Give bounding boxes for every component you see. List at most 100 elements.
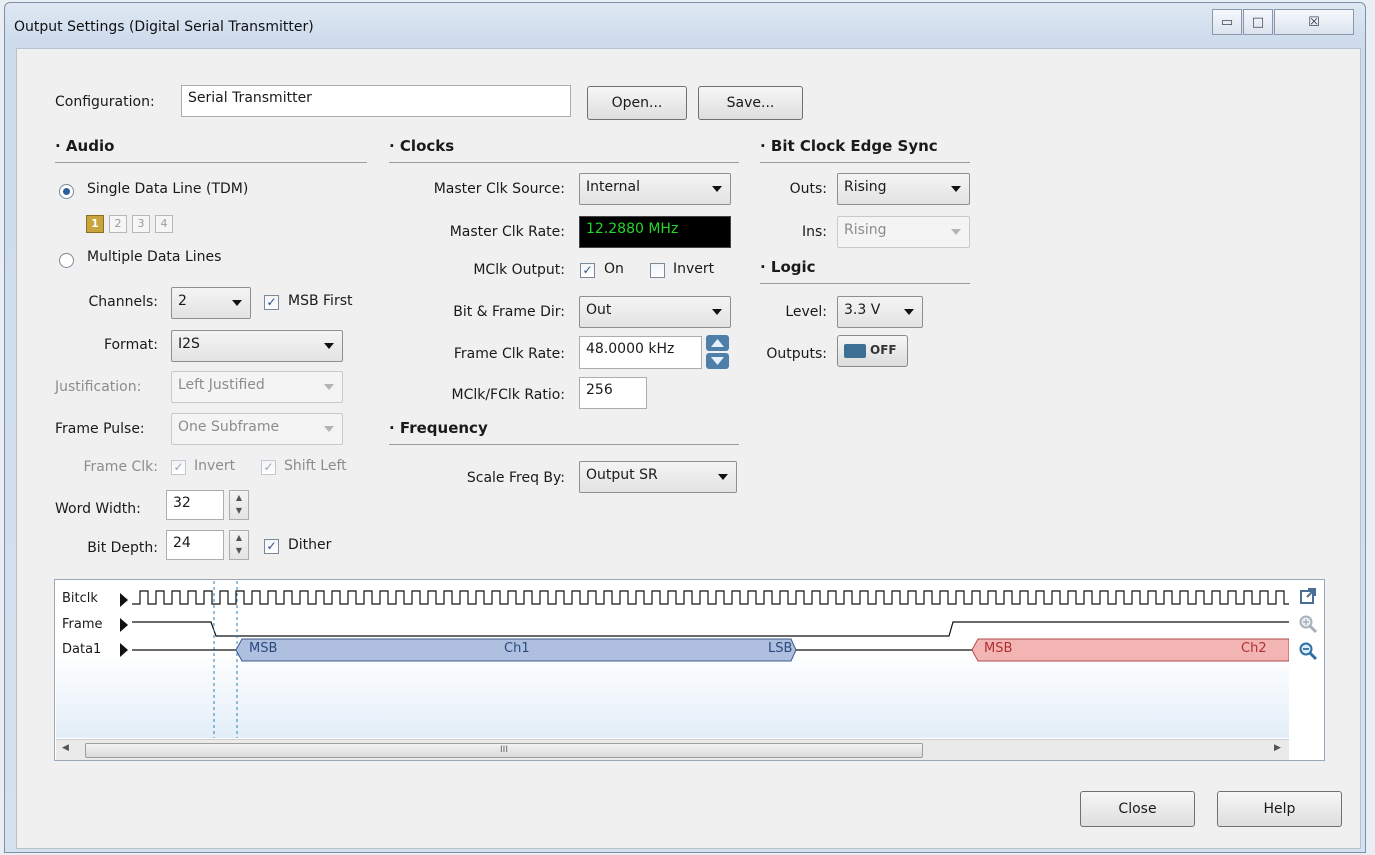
master-clk-source-value: Internal bbox=[586, 179, 640, 195]
scroll-left-icon[interactable]: ◀ bbox=[62, 743, 69, 753]
bit-depth-label: Bit Depth: bbox=[87, 540, 158, 556]
help-button[interactable]: Help bbox=[1217, 791, 1342, 827]
close-button[interactable]: Close bbox=[1080, 791, 1195, 827]
frame-waveform bbox=[132, 621, 1289, 637]
outs-select[interactable]: Rising bbox=[837, 173, 970, 205]
msb-first-label: MSB First bbox=[288, 293, 353, 309]
mclk-output-invert-checkbox[interactable] bbox=[650, 263, 665, 278]
logic-header: · Logic bbox=[760, 258, 970, 284]
level-value: 3.3 V bbox=[844, 302, 881, 318]
open-button[interactable]: Open... bbox=[587, 86, 687, 120]
chevron-down-icon bbox=[324, 384, 334, 390]
scale-freq-by-select[interactable]: Output SR bbox=[579, 461, 737, 493]
outs-label: Outs: bbox=[789, 181, 827, 197]
timing-scrollbar[interactable]: ◀ III ▶ bbox=[56, 739, 1289, 760]
master-clk-source-select[interactable]: Internal bbox=[579, 173, 731, 205]
lane-4-button[interactable]: 4 bbox=[155, 215, 173, 233]
scale-freq-by-value: Output SR bbox=[586, 467, 658, 483]
frame-clk-label: Frame Clk: bbox=[83, 459, 158, 475]
lane-2-button[interactable]: 2 bbox=[109, 215, 127, 233]
single-data-line-radio[interactable] bbox=[59, 184, 74, 199]
timing-diagram: Bitclk Frame Data1 MSB Ch1 LSB MSB Ch2 ◀… bbox=[54, 579, 1325, 761]
timing-toolbar bbox=[1293, 581, 1323, 738]
bitclk-waveform bbox=[132, 590, 1289, 605]
maximize-button[interactable]: □ bbox=[1243, 9, 1273, 35]
frame-pulse-select[interactable]: One Subframe bbox=[171, 413, 343, 445]
scrollbar-thumb[interactable]: III bbox=[85, 743, 923, 758]
outputs-state: OFF bbox=[870, 343, 897, 357]
configuration-input[interactable]: Serial Transmitter bbox=[181, 85, 571, 117]
configuration-label: Configuration: bbox=[55, 94, 155, 110]
ins-select[interactable]: Rising bbox=[837, 216, 970, 248]
zoom-in-button[interactable] bbox=[1297, 614, 1319, 636]
frame-clk-invert-label: Invert bbox=[194, 458, 236, 474]
justification-select[interactable]: Left Justified bbox=[171, 371, 343, 403]
frame-clk-rate-stepper[interactable] bbox=[706, 335, 729, 369]
channels-value: 2 bbox=[178, 293, 187, 309]
timing-plot: Bitclk Frame Data1 MSB Ch1 LSB MSB Ch2 bbox=[56, 581, 1289, 738]
frame-clk-rate-input[interactable]: 48.0000 kHz bbox=[579, 336, 702, 369]
scroll-right-icon[interactable]: ▶ bbox=[1274, 743, 1281, 753]
frame-pulse-label: Frame Pulse: bbox=[55, 421, 145, 437]
mclk-fclk-ratio-input[interactable]: 256 bbox=[579, 377, 647, 409]
chevron-down-icon bbox=[712, 186, 722, 192]
lane-1-button[interactable]: 1 bbox=[86, 215, 104, 233]
close-window-button[interactable]: ☒ bbox=[1274, 9, 1354, 35]
chevron-down-icon bbox=[718, 474, 728, 480]
close-icon: ☒ bbox=[1308, 14, 1320, 30]
channels-select[interactable]: 2 bbox=[171, 287, 251, 319]
lane-3-button[interactable]: 3 bbox=[132, 215, 150, 233]
bit-frame-dir-label: Bit & Frame Dir: bbox=[453, 304, 565, 320]
channels-label: Channels: bbox=[88, 294, 159, 310]
toggle-knob-icon bbox=[844, 344, 866, 358]
format-select[interactable]: I2S bbox=[171, 330, 343, 362]
bit-depth-input[interactable]: 24 bbox=[166, 530, 224, 560]
zoom-out-button[interactable] bbox=[1297, 641, 1319, 663]
dialog-client: Configuration: Serial Transmitter Open..… bbox=[16, 48, 1361, 849]
frame-clk-invert-checkbox[interactable]: ✓ bbox=[171, 460, 186, 475]
minimize-icon: ▭ bbox=[1220, 14, 1234, 30]
mclk-output-invert-label: Invert bbox=[673, 261, 715, 277]
frame-clk-shift-left-checkbox[interactable]: ✓ bbox=[261, 460, 276, 475]
frame-pulse-value: One Subframe bbox=[178, 419, 280, 435]
level-select[interactable]: 3.3 V bbox=[837, 296, 923, 328]
ch1-lsb-label: LSB bbox=[768, 641, 793, 656]
maximize-icon: □ bbox=[1251, 14, 1265, 30]
mclk-output-on-checkbox[interactable]: ✓ bbox=[580, 263, 595, 278]
ch2-name-label: Ch2 bbox=[1241, 641, 1267, 656]
word-width-input[interactable]: 32 bbox=[166, 490, 224, 520]
chevron-down-icon bbox=[712, 309, 722, 315]
audio-header: · Audio bbox=[55, 137, 367, 163]
zoom-out-icon bbox=[1299, 642, 1318, 661]
zoom-in-icon bbox=[1299, 615, 1318, 634]
dither-label: Dither bbox=[288, 537, 332, 553]
outputs-label: Outputs: bbox=[766, 346, 827, 362]
bit-frame-dir-select[interactable]: Out bbox=[579, 296, 731, 328]
popout-button[interactable] bbox=[1297, 587, 1319, 609]
save-button[interactable]: Save... bbox=[698, 86, 803, 120]
format-label: Format: bbox=[103, 337, 158, 353]
multiple-data-lines-radio[interactable] bbox=[59, 253, 74, 268]
level-label: Level: bbox=[785, 304, 827, 320]
justification-value: Left Justified bbox=[178, 377, 265, 393]
word-width-stepper[interactable]: ▲ ▼ bbox=[229, 490, 249, 520]
master-clk-rate-label: Master Clk Rate: bbox=[449, 224, 565, 240]
mclk-fclk-ratio-label: MClk/FClk Ratio: bbox=[451, 387, 565, 403]
justification-label: Justification: bbox=[55, 379, 142, 395]
scale-freq-by-label: Scale Freq By: bbox=[466, 470, 565, 486]
chevron-down-icon bbox=[232, 300, 242, 306]
waveforms bbox=[132, 581, 1289, 738]
outs-value: Rising bbox=[844, 179, 887, 195]
bit-frame-dir-value: Out bbox=[586, 302, 612, 318]
chevron-down-icon bbox=[951, 229, 961, 235]
chevron-down-icon bbox=[324, 343, 334, 349]
minimize-button[interactable]: ▭ bbox=[1212, 9, 1242, 35]
popout-icon bbox=[1300, 588, 1316, 604]
dither-checkbox[interactable]: ✓ bbox=[264, 539, 279, 554]
msb-first-checkbox[interactable]: ✓ bbox=[264, 295, 279, 310]
word-width-label: Word Width: bbox=[55, 501, 141, 517]
bit-depth-stepper[interactable]: ▲ ▼ bbox=[229, 530, 249, 560]
outputs-toggle[interactable]: OFF bbox=[837, 335, 908, 367]
mclk-output-on-label: On bbox=[604, 261, 624, 277]
chevron-down-icon bbox=[951, 186, 961, 192]
